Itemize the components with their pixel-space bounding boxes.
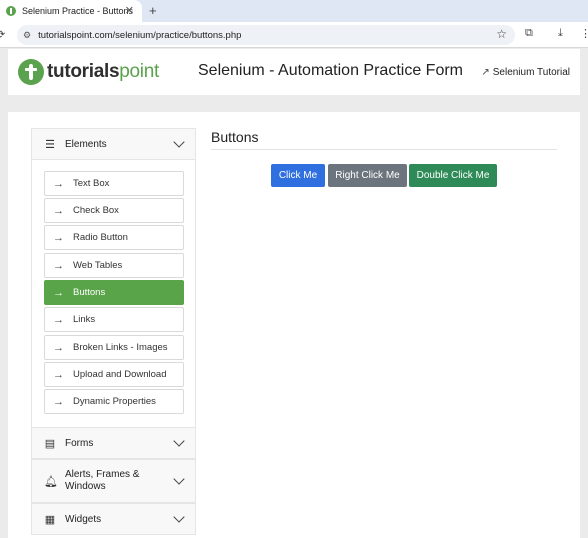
sidebar-item-label: Links (73, 314, 96, 325)
arrow-right-icon: → (53, 395, 64, 408)
selenium-tutorial-link[interactable]: ↗ Selenium Tutorial (481, 67, 570, 78)
site-logo[interactable]: tutorialspoint (18, 59, 159, 85)
sidebar-item-web-tables[interactable]: → Web Tables (44, 253, 184, 278)
site-header: tutorialspoint Selenium - Automation Pra… (8, 49, 580, 95)
logo-text: tutorialspoint (47, 61, 159, 82)
double-click-me-button[interactable]: Double Click Me (409, 164, 497, 187)
right-click-me-button[interactable]: Right Click Me (328, 164, 407, 187)
accordion-elements[interactable]: ☰ Elements (31, 128, 196, 160)
sidebar-item-check-box[interactable]: → Check Box (44, 198, 184, 223)
sidebar: ☰ Elements → Text Box → Check Box → Radi… (31, 128, 196, 538)
chevron-down-icon (173, 435, 185, 447)
sidebar-item-text-box[interactable]: → Text Box (44, 171, 184, 196)
page-title: Selenium - Automation Practice Form (198, 62, 463, 79)
sidebar-item-links[interactable]: → Links (44, 307, 184, 332)
accordion-elements-label: Elements (65, 138, 107, 150)
accordion-elements-body: → Text Box → Check Box → Radio Button → … (31, 160, 196, 427)
content-title: Buttons (211, 129, 259, 145)
new-tab-button[interactable]: + (149, 3, 157, 18)
sidebar-item-label: Web Tables (73, 260, 123, 271)
extensions-icon[interactable]: ⧉ (525, 27, 533, 40)
url-field[interactable]: ⚙ tutorialspoint.com/selenium/practice/b… (17, 25, 515, 45)
sidebar-item-label: Upload and Download (73, 369, 167, 380)
address-bar: ⟳ ⚙ tutorialspoint.com/selenium/practice… (0, 22, 588, 48)
selenium-tutorial-label: Selenium Tutorial (492, 67, 570, 78)
menu-icon[interactable]: ⋮ (580, 27, 588, 40)
accordion-widgets[interactable]: ▦ Widgets (31, 503, 196, 535)
chevron-down-icon (173, 511, 185, 523)
arrow-right-icon: → (53, 313, 64, 326)
hamburger-icon: ☰ (45, 138, 55, 151)
sidebar-item-label: Radio Button (73, 232, 128, 243)
sidebar-item-broken-links[interactable]: → Broken Links - Images (44, 335, 184, 360)
arrow-right-icon: → (53, 204, 64, 217)
logo-icon (18, 59, 44, 85)
browser-tab[interactable]: Selenium Practice - Buttons ✕ (0, 0, 142, 22)
chevron-down-icon (173, 473, 185, 485)
chevron-down-icon (173, 136, 185, 148)
click-me-button[interactable]: Click Me (271, 164, 325, 187)
arrow-right-icon: → (53, 341, 64, 354)
arrow-right-icon: → (53, 231, 64, 244)
reload-icon[interactable]: ⟳ (0, 28, 5, 41)
download-icon[interactable]: ⤓ (558, 27, 563, 40)
browser-tab-bar: Selenium Practice - Buttons ✕ + (0, 0, 588, 22)
sidebar-item-label: Dynamic Properties (73, 396, 156, 407)
sidebar-item-radio-button[interactable]: → Radio Button (44, 225, 184, 250)
sidebar-item-upload-download[interactable]: → Upload and Download (44, 362, 184, 387)
sidebar-item-buttons[interactable]: → Buttons (44, 280, 184, 305)
arrow-right-icon: → (53, 177, 64, 190)
external-link-icon: ↗ (481, 67, 490, 78)
accordion-alerts-label: Alerts, Frames & Windows (65, 469, 140, 492)
list-icon: ▤ (44, 437, 56, 450)
sidebar-item-label: Buttons (73, 287, 106, 298)
sidebar-item-label: Text Box (73, 178, 110, 189)
main-card: ☰ Elements → Text Box → Check Box → Radi… (8, 112, 580, 538)
grid-icon: ▦ (44, 513, 56, 526)
accordion-widgets-label: Widgets (65, 513, 102, 525)
tab-title: Selenium Practice - Buttons (22, 6, 134, 16)
arrow-right-icon: → (53, 286, 64, 299)
favicon-icon (6, 6, 16, 16)
url-text[interactable]: tutorialspoint.com/selenium/practice/but… (38, 30, 241, 41)
accordion-forms-label: Forms (65, 437, 94, 449)
bookmark-star-icon[interactable]: ☆ (496, 27, 507, 41)
close-tab-icon[interactable]: ✕ (125, 4, 134, 17)
bell-icon: 🔔︎ (44, 475, 58, 488)
site-settings-icon[interactable]: ⚙ (23, 30, 31, 41)
divider (211, 149, 557, 150)
sidebar-item-label: Check Box (73, 205, 119, 216)
arrow-right-icon: → (53, 368, 64, 381)
accordion-alerts[interactable]: 🔔︎ Alerts, Frames & Windows (31, 459, 196, 503)
arrow-right-icon: → (53, 259, 64, 272)
accordion-forms[interactable]: ▤ Forms (31, 427, 196, 459)
sidebar-item-dynamic-properties[interactable]: → Dynamic Properties (44, 389, 184, 414)
sidebar-item-label: Broken Links - Images (73, 342, 168, 353)
